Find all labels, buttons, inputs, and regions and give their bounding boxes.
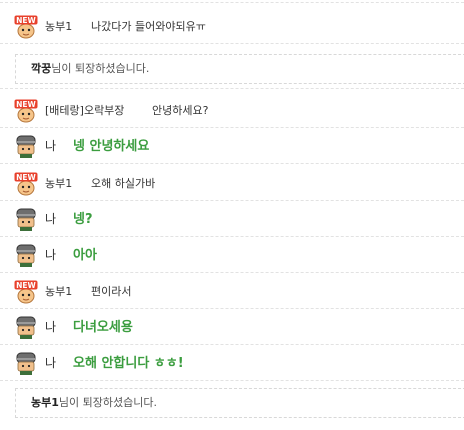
message-sender: 나 [45, 356, 57, 370]
message-sender: 나 [45, 248, 57, 262]
chat-divider [0, 88, 464, 89]
chat-divider [0, 127, 464, 128]
message-text: 나갔다가 들어와야되유ㅠ [91, 20, 206, 33]
svg-text:NEW: NEW [16, 16, 36, 25]
helmet-avatar-icon [14, 316, 38, 340]
helmet-avatar-icon [14, 135, 38, 159]
message-text: 넹? [73, 212, 93, 227]
message-text: 오해 안합니다 ㅎㅎ! [73, 356, 184, 371]
chat-divider [0, 344, 464, 345]
helmet-avatar-icon [14, 208, 38, 232]
svg-text:NEW: NEW [16, 281, 36, 290]
message-sender: 나 [45, 320, 57, 334]
helmet-avatar-icon [14, 352, 38, 376]
chat-divider [0, 43, 464, 44]
message-sender: [배테랑]오락부장 [45, 104, 125, 117]
message-text: 오해 하실가바 [91, 177, 156, 190]
message-sender: 농부1 [45, 20, 73, 33]
system-notice-text: 님이 퇴장하셨습니다. [58, 396, 157, 409]
new-user-avatar-icon: NEW [14, 172, 38, 196]
message-sender: 농부1 [45, 285, 73, 298]
new-user-avatar-icon: NEW [14, 99, 38, 123]
chat-divider [0, 380, 464, 381]
message-sender: 나 [45, 139, 57, 153]
new-user-avatar-icon: NEW [14, 15, 38, 39]
message-sender: 농부1 [45, 177, 73, 190]
message-text: 편이라서 [91, 285, 132, 298]
chat-message: 나 오해 안합니다 ㅎㅎ! [0, 350, 464, 378]
new-user-avatar-icon: NEW [14, 280, 38, 304]
message-text: 아아 [73, 248, 97, 263]
chat-divider [0, 308, 464, 309]
chat-divider [0, 200, 464, 201]
chat-message: 나 아아 [0, 242, 464, 270]
chat-divider [0, 272, 464, 273]
message-sender: 나 [45, 212, 57, 226]
system-notice-text: 님이 퇴장하셨습니다. [51, 62, 150, 75]
system-notice: 농부1님이 퇴장하셨습니다. [15, 388, 464, 418]
system-notice-name: 깍꿍 [31, 62, 52, 75]
chat-message: 나 넹? [0, 206, 464, 234]
chat-message: NEW 농부1 편이라서 [0, 278, 464, 306]
chat-divider [0, 2, 464, 3]
system-notice-name: 농부1 [31, 396, 59, 409]
system-notice: 깍꿍님이 퇴장하셨습니다. [15, 54, 464, 84]
chat-divider [0, 236, 464, 237]
helmet-avatar-icon [14, 244, 38, 268]
chat-message: NEW [배테랑]오락부장 안녕하세요? [0, 97, 464, 125]
chat-divider [0, 163, 464, 164]
message-text: 다녀오세용 [73, 320, 133, 335]
svg-text:NEW: NEW [16, 173, 36, 182]
chat-message: 나 넹 안녕하세요 [0, 133, 464, 161]
chat-message: 나 다녀오세용 [0, 314, 464, 342]
chat-message: NEW 농부1 오해 하실가바 [0, 170, 464, 198]
chat-message: NEW 농부1 나갔다가 들어와야되유ㅠ [0, 13, 464, 41]
message-text: 넹 안녕하세요 [73, 139, 150, 154]
message-text: 안녕하세요? [152, 104, 209, 117]
svg-text:NEW: NEW [16, 100, 36, 109]
